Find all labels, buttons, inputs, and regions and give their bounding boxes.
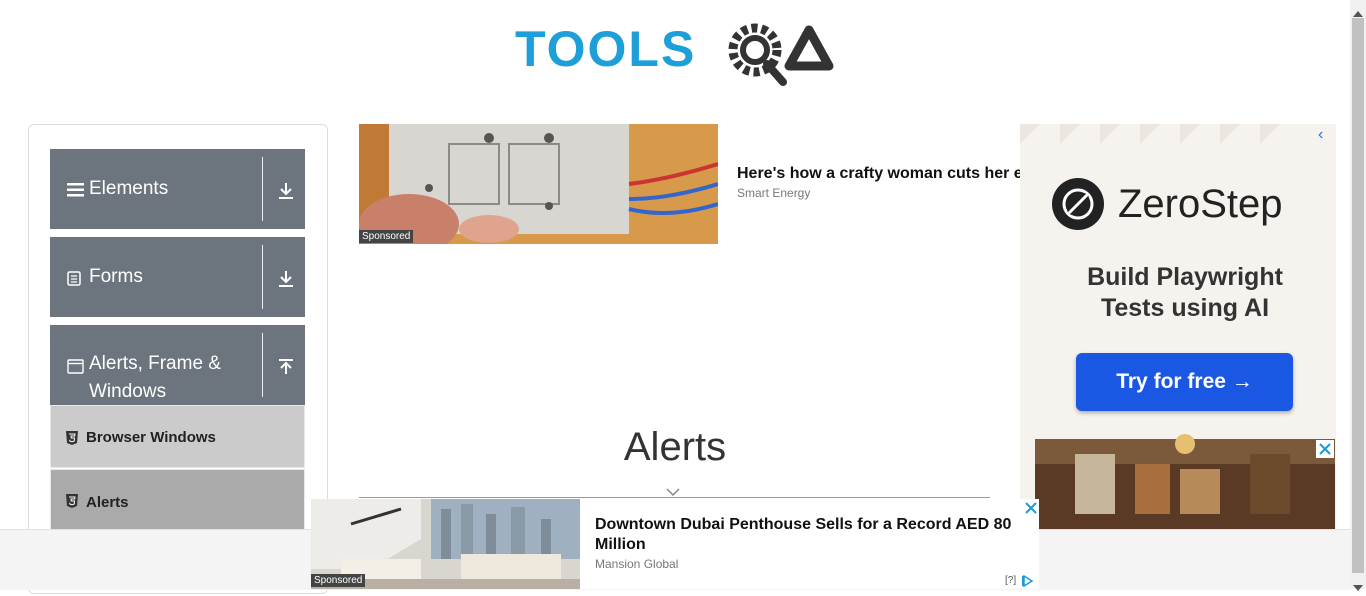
sidebar-group-label: Alerts, Frame & Windows xyxy=(89,353,221,402)
page-title: Alerts xyxy=(623,425,727,469)
ad-source[interactable]: Smart Energy xyxy=(737,186,810,200)
divider xyxy=(359,497,990,498)
ad-tagline: Build Playwright Tests using AI xyxy=(1087,263,1283,322)
sidebar-item-label: Browser Windows xyxy=(86,429,216,446)
html5-icon xyxy=(66,494,78,508)
ad-info-link[interactable]: [?] xyxy=(1005,575,1016,586)
sponsored-label: Sponsored xyxy=(359,230,414,243)
chevron-left-icon[interactable]: ‹ xyxy=(1318,126,1323,144)
sidebar-group-label: Elements xyxy=(89,178,169,199)
sidebar-group-forms[interactable]: Forms xyxy=(50,237,305,317)
scrollbar-thumb[interactable] xyxy=(1352,18,1364,573)
sidebar-group-label: Forms xyxy=(89,266,143,287)
bottom-ad-source[interactable]: Mansion Global xyxy=(595,557,678,571)
zerostep-logo-icon xyxy=(1052,178,1104,235)
html5-icon xyxy=(66,431,78,445)
upload-icon[interactable] xyxy=(276,357,296,377)
sidebar-item-browser-windows[interactable]: Browser Windows xyxy=(50,405,305,468)
sidebar-item-label: Alerts xyxy=(86,494,129,511)
scroll-down-icon[interactable] xyxy=(1353,578,1363,596)
toolsqa-logo[interactable]: TOOLS xyxy=(515,16,840,92)
bottom-ad-title[interactable]: Downtown Dubai Penthouse Sells for a Rec… xyxy=(595,515,1025,555)
ad-image[interactable]: Sponsored xyxy=(359,124,718,244)
scroll-up-icon[interactable] xyxy=(1353,4,1363,22)
divider xyxy=(262,245,263,309)
ad-brand: ZeroStep xyxy=(1118,182,1283,226)
divider xyxy=(262,157,263,221)
document-icon xyxy=(67,271,81,291)
divider xyxy=(262,333,263,397)
sidebar-item-alerts[interactable]: Alerts xyxy=(50,469,305,531)
adchoices-icon[interactable] xyxy=(1022,574,1036,589)
close-icon[interactable] xyxy=(1316,440,1334,458)
sidebar-group-elements[interactable]: Elements xyxy=(50,149,305,229)
sponsored-label: Sponsored xyxy=(311,574,366,587)
download-icon[interactable] xyxy=(276,269,296,289)
close-icon[interactable] xyxy=(1023,500,1039,516)
try-for-free-button[interactable]: Try for free → xyxy=(1076,353,1293,411)
ad-title[interactable]: Here's how a crafty woman cuts her e xyxy=(737,165,1021,183)
logo-text-tools: TOOLS xyxy=(515,21,696,77)
sidebar-group-alerts-frame-windows[interactable]: Alerts, Frame & Windows xyxy=(50,325,305,405)
hamburger-icon xyxy=(67,182,84,202)
download-icon[interactable] xyxy=(276,181,296,201)
window-icon xyxy=(67,359,84,379)
